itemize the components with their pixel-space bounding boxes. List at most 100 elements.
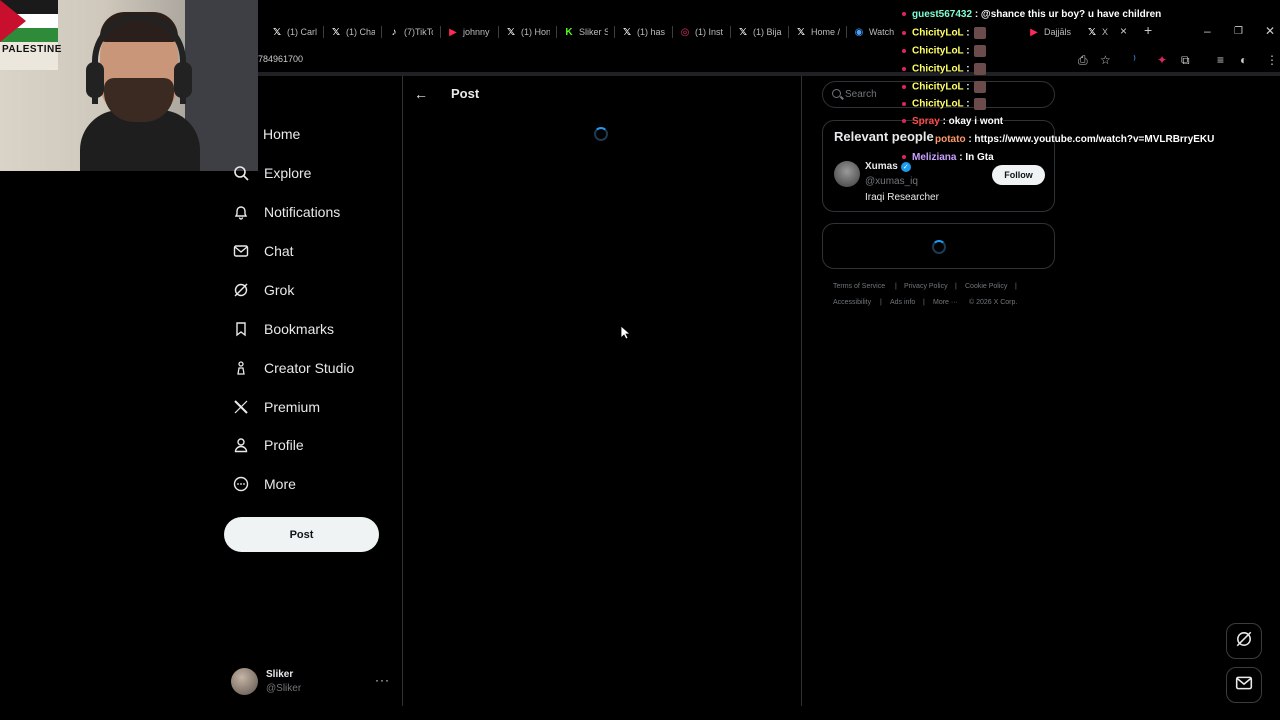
- emote-icon: [973, 27, 986, 39]
- chat-user: Meliziana: [912, 152, 957, 163]
- tab-separator: [672, 26, 673, 38]
- person-handle: @xumas_iq: [865, 176, 918, 187]
- browser-tab-active[interactable]: 𝕏X: [1087, 24, 1121, 40]
- tab-separator: [381, 26, 382, 38]
- chat-text: : @shance this ur boy? u have children: [974, 9, 1162, 20]
- media-icon[interactable]: ≡: [1217, 53, 1224, 67]
- browser-tab[interactable]: 𝕏 (1) Bija: [738, 24, 782, 40]
- browser-tab[interactable]: 𝕏 (1) Carl: [272, 24, 320, 40]
- webcam-overlay: PALESTINE: [0, 0, 258, 171]
- nav-explore[interactable]: Explore: [232, 160, 311, 186]
- follow-button[interactable]: Follow: [992, 165, 1045, 185]
- mouse-cursor-icon: [621, 326, 631, 340]
- messages-float-button[interactable]: [1226, 667, 1262, 703]
- footer-terms-link[interactable]: Terms of Service: [833, 283, 885, 290]
- post-button[interactable]: Post: [224, 517, 379, 552]
- footer-copyright: © 2026 X Corp.: [969, 299, 1018, 306]
- nav-creator-studio[interactable]: Creator Studio: [232, 355, 354, 381]
- footer-divider: |: [880, 299, 882, 306]
- footer-ads-link[interactable]: Ads info: [890, 299, 915, 306]
- grok-icon: [1235, 630, 1253, 653]
- chat-message: ChicityLoL :: [902, 63, 986, 75]
- close-tab-icon[interactable]: ×: [1120, 24, 1127, 38]
- more-dots-icon[interactable]: ···: [375, 673, 390, 687]
- minimize-icon[interactable]: –: [1204, 24, 1211, 38]
- chat-text: : okay i wont: [942, 116, 1004, 127]
- tab-separator: [846, 26, 847, 38]
- nav-profile[interactable]: Profile: [232, 432, 304, 458]
- more-circle-icon: [232, 475, 250, 493]
- x-logo-icon: 𝕏: [506, 26, 516, 38]
- emote-icon: [973, 63, 986, 75]
- footer-divider: |: [923, 299, 925, 306]
- nav-label: Notifications: [264, 204, 341, 220]
- chat-user: guest567432: [912, 9, 973, 20]
- grok-icon: [232, 281, 250, 299]
- tab-separator: [498, 26, 499, 38]
- restore-icon[interactable]: ❐: [1234, 26, 1243, 37]
- chat-user: potato: [935, 134, 966, 145]
- nav-more[interactable]: More: [232, 471, 296, 497]
- relevant-people-title: Relevant people: [834, 129, 934, 144]
- nav-bookmarks[interactable]: Bookmarks: [232, 316, 334, 342]
- loading-spinner-icon: [932, 240, 946, 254]
- youtube-icon: ▶: [1030, 26, 1038, 38]
- browser-tab[interactable]: ◉ Watch: [854, 24, 898, 40]
- avatar[interactable]: [834, 161, 860, 187]
- account-handle: @Sliker: [266, 683, 302, 694]
- browser-tab[interactable]: ▶ Dajjāls: [1029, 24, 1073, 40]
- search-icon: [232, 164, 250, 182]
- nav-home[interactable]: Home: [263, 121, 300, 147]
- window-close-icon[interactable]: ✕: [1265, 24, 1275, 38]
- tab-separator: [440, 26, 441, 38]
- account-switcher[interactable]: Sliker @Sliker ···: [231, 667, 391, 697]
- footer-accessibility-link[interactable]: Accessibility: [833, 299, 871, 306]
- chat-message: ChicityLoL :: [902, 98, 986, 110]
- tab-separator: [730, 26, 731, 38]
- chat-user: ChicityLoL: [912, 27, 964, 39]
- browser-tab[interactable]: ▶ johnny: [448, 24, 492, 40]
- nav-label: More: [264, 476, 296, 492]
- search-placeholder: Search: [845, 89, 877, 100]
- new-tab-icon[interactable]: +: [1144, 22, 1152, 38]
- palestine-flag-poster: PALESTINE: [0, 0, 61, 70]
- x-logo-icon: 𝕏: [796, 26, 806, 38]
- headphone-cup: [86, 62, 104, 98]
- browser-tab[interactable]: ◎ (1) Inst: [680, 24, 724, 40]
- browser-tab[interactable]: ♪ (7)TikTo: [389, 24, 434, 40]
- nav-label: Bookmarks: [264, 321, 335, 337]
- extension-icon[interactable]: ⁾: [1133, 53, 1136, 67]
- browser-tab[interactable]: 𝕏 (1) Hon: [506, 24, 550, 40]
- search-icon: [832, 89, 841, 98]
- x-logo-icon: 𝕏: [331, 26, 341, 38]
- nav-grok[interactable]: Grok: [232, 277, 294, 303]
- browser-tab[interactable]: 𝕏 (1) has: [622, 24, 666, 40]
- nav-chat[interactable]: Chat: [232, 238, 294, 264]
- tab-separator: [614, 26, 615, 38]
- extensions-puzzle-icon[interactable]: ⧉: [1181, 53, 1190, 68]
- nav-label: Grok: [264, 282, 295, 298]
- install-app-icon[interactable]: ⎙: [1078, 53, 1088, 68]
- browser-menu-icon[interactable]: ⋮: [1266, 53, 1278, 67]
- address-bar-text[interactable]: 784961700: [258, 54, 303, 64]
- nav-premium[interactable]: Premium: [232, 394, 320, 420]
- extension-icon[interactable]: ✦: [1157, 53, 1167, 67]
- browser-tab[interactable]: K Sliker S: [564, 24, 608, 40]
- nav-label: Chat: [264, 243, 294, 259]
- x-logo-icon: [232, 398, 250, 416]
- footer-more-link[interactable]: More ···: [933, 299, 958, 306]
- profile-avatar-icon[interactable]: ◐: [1240, 53, 1247, 67]
- browser-tab[interactable]: 𝕏 Home /: [796, 24, 840, 40]
- page-title: Post: [451, 86, 480, 101]
- back-arrow-icon[interactable]: ←: [414, 86, 428, 102]
- browser-tab[interactable]: 𝕏 (1) Cha: [331, 24, 375, 40]
- grok-float-button[interactable]: [1226, 623, 1262, 659]
- footer-cookie-link[interactable]: Cookie Policy: [965, 283, 1007, 290]
- tab-separator: [788, 26, 789, 38]
- footer-privacy-link[interactable]: Privacy Policy: [904, 283, 948, 290]
- chat-user: ChicityLoL: [912, 81, 964, 93]
- chat-text: :: [966, 27, 970, 39]
- nav-notifications[interactable]: Notifications: [232, 199, 340, 225]
- bookmark-star-icon[interactable]: ☆: [1100, 53, 1111, 67]
- globe-icon: ◉: [854, 26, 864, 38]
